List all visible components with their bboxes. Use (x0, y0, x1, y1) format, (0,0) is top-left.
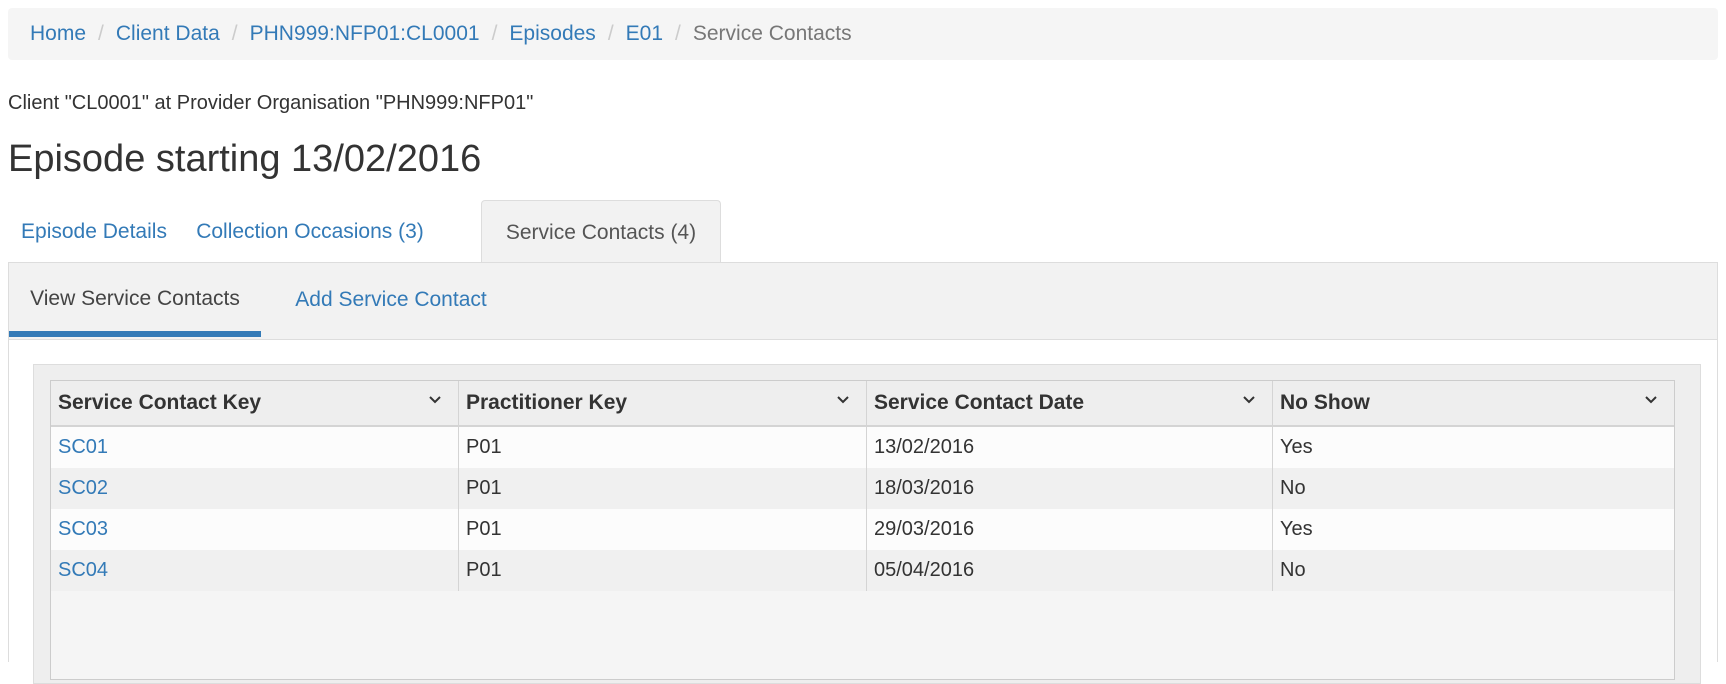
service-contact-date-cell: 13/02/2016 (867, 427, 1273, 468)
no-show-cell: Yes (1280, 518, 1313, 540)
service-contact-date-cell: 29/03/2016 (867, 509, 1273, 550)
breadcrumb-home-link[interactable]: Home (30, 22, 86, 46)
breadcrumb-episode-link[interactable]: E01 (626, 22, 663, 46)
practitioner-key-cell: P01 (459, 509, 867, 550)
column-header-no-show[interactable]: No Show (1273, 381, 1674, 425)
no-show-cell: No (1280, 559, 1306, 581)
service-contacts-grid: Service Contact Key Practitioner Key Ser… (50, 380, 1675, 680)
column-header-label: Service Contact Key (58, 391, 262, 414)
breadcrumb-separator: / (607, 22, 614, 45)
table-row: SC03 P01 29/03/2016 Yes (51, 509, 1674, 550)
service-contact-key-link[interactable]: SC02 (51, 468, 459, 509)
table-row: SC02 P01 18/03/2016 No (51, 468, 1674, 509)
chevron-down-icon[interactable] (836, 393, 850, 407)
breadcrumb-client-link[interactable]: PHN999:NFP01:CL0001 (250, 22, 480, 46)
column-header-practitioner-key[interactable]: Practitioner Key (459, 381, 867, 425)
practitioner-key-cell: P01 (459, 468, 867, 509)
table-row: SC04 P01 05/04/2016 No (51, 550, 1674, 591)
service-contact-key-link[interactable]: SC01 (51, 427, 459, 468)
practitioner-key-cell: P01 (459, 550, 867, 591)
grid-wrapper: Service Contact Key Practitioner Key Ser… (33, 364, 1701, 684)
service-contacts-panel: View Service Contacts Add Service Contac… (8, 262, 1718, 684)
column-header-service-contact-date[interactable]: Service Contact Date (867, 381, 1273, 425)
no-show-cell: Yes (1280, 436, 1313, 458)
column-header-service-contact-key[interactable]: Service Contact Key (51, 381, 459, 425)
breadcrumb-client-data-link[interactable]: Client Data (116, 22, 220, 46)
episode-tabs: Episode Details Collection Occasions (3)… (8, 200, 1718, 264)
grid-container: Service Contact Key Practitioner Key Ser… (9, 340, 1717, 684)
service-contact-key-link[interactable]: SC04 (51, 550, 459, 591)
tab-service-contacts[interactable]: Service Contacts (4) (481, 200, 721, 264)
page-title: Episode starting 13/02/2016 (8, 138, 482, 180)
client-description: Client "CL0001" at Provider Organisation… (8, 92, 534, 114)
subtab-add-service-contact[interactable]: Add Service Contact (271, 263, 511, 337)
practitioner-key-cell: P01 (459, 427, 867, 468)
breadcrumb-separator: / (231, 22, 238, 45)
column-header-label: Service Contact Date (874, 391, 1085, 414)
column-header-label: Practitioner Key (466, 391, 628, 414)
subtab-view-service-contacts[interactable]: View Service Contacts (9, 263, 261, 337)
breadcrumb-episodes-link[interactable]: Episodes (509, 22, 595, 46)
tab-episode-details[interactable]: Episode Details (8, 200, 180, 263)
service-contact-subtabs: View Service Contacts Add Service Contac… (9, 263, 1717, 340)
breadcrumb-separator: / (675, 22, 681, 45)
no-show-cell: No (1280, 477, 1306, 499)
service-contact-date-cell: 18/03/2016 (867, 468, 1273, 509)
column-header-label: No Show (1280, 391, 1370, 414)
chevron-down-icon[interactable] (1644, 393, 1658, 407)
table-row: SC01 P01 13/02/2016 Yes (51, 427, 1674, 468)
grid-header: Service Contact Key Practitioner Key Ser… (51, 381, 1674, 427)
breadcrumb-separator: / (98, 22, 104, 45)
chevron-down-icon[interactable] (1242, 393, 1256, 407)
service-contact-key-link[interactable]: SC03 (51, 509, 459, 550)
breadcrumb-separator: / (491, 22, 498, 45)
breadcrumb-current: Service Contacts (692, 22, 852, 45)
breadcrumb: Home / Client Data / PHN999:NFP01:CL0001… (8, 8, 1718, 60)
service-contact-date-cell: 05/04/2016 (867, 550, 1273, 591)
tab-collection-occasions[interactable]: Collection Occasions (3) (188, 200, 432, 263)
chevron-down-icon[interactable] (428, 393, 442, 407)
